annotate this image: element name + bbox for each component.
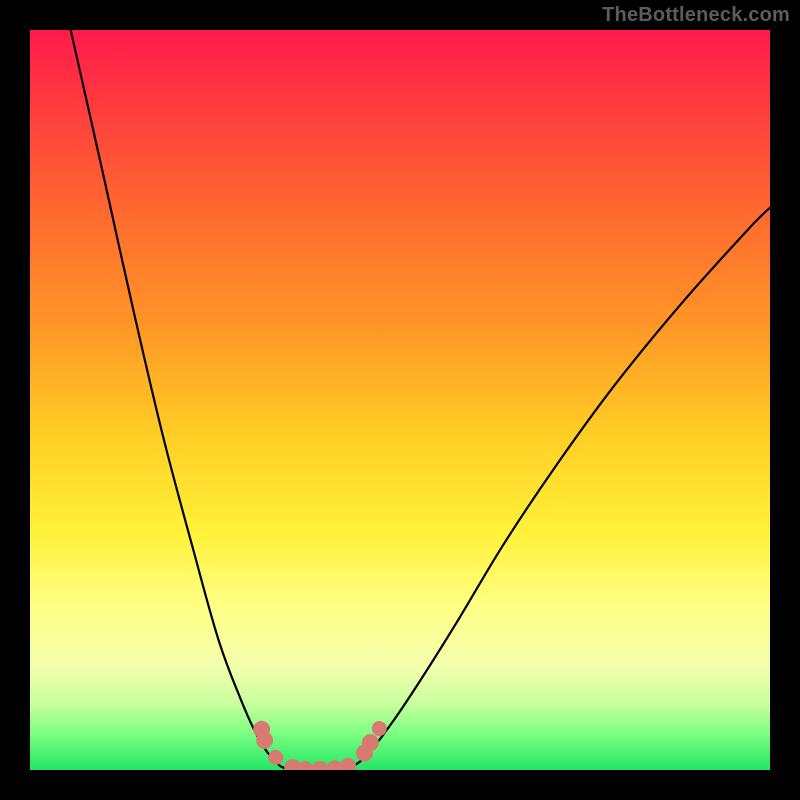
curve-marker xyxy=(362,734,379,751)
curve-markers xyxy=(253,721,387,770)
outer-frame: TheBottleneck.com xyxy=(0,0,800,800)
curve-marker xyxy=(297,761,313,770)
curve-marker xyxy=(268,750,283,765)
plot-area xyxy=(30,30,770,770)
curve-marker xyxy=(312,761,328,770)
bottleneck-curve xyxy=(71,30,770,770)
watermark-text: TheBottleneck.com xyxy=(602,4,790,27)
curve-marker xyxy=(340,758,356,770)
curve-marker xyxy=(372,721,387,736)
curve-marker xyxy=(256,732,273,749)
chart-svg xyxy=(30,30,770,770)
